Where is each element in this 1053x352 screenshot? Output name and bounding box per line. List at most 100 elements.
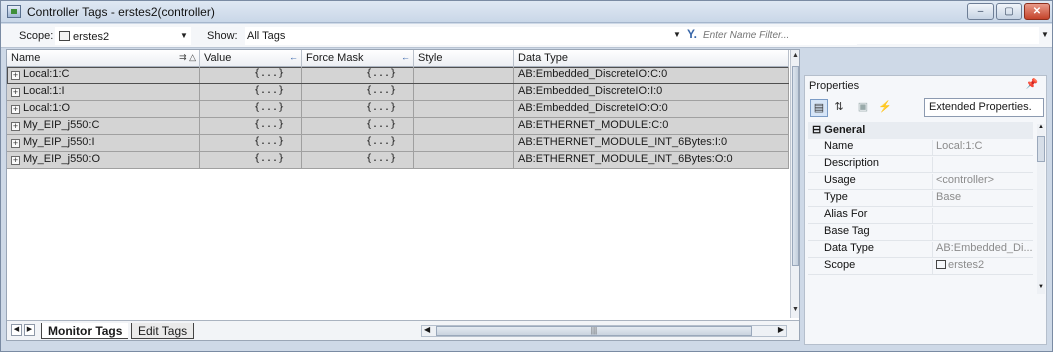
window-title: Controller Tags - erstes2(controller) [27, 5, 215, 19]
table-row[interactable]: + Local:1:C {...} {...} AB:Embedded_Discr… [7, 67, 789, 84]
tab-scroll-right-icon[interactable]: ▶ [24, 324, 35, 336]
column-header-name[interactable]: Name ⇉ △ [7, 50, 200, 67]
property-row-scope[interactable]: Scope erstes2 [808, 258, 1033, 275]
style-cell[interactable] [414, 101, 514, 117]
style-cell[interactable] [414, 118, 514, 134]
extended-properties-dropdown[interactable]: Extended Properties. [924, 98, 1044, 117]
scrollbar-thumb[interactable]: ||| [436, 326, 752, 336]
property-row-type[interactable]: Type Base [808, 190, 1033, 207]
name-filter-input[interactable] [701, 27, 1039, 44]
expand-icon[interactable]: + [11, 105, 20, 114]
scroll-down-icon[interactable]: ▼ [792, 306, 799, 313]
style-cell[interactable] [414, 152, 514, 168]
property-row-data-type[interactable]: Data Type AB:Embedded_Di... [808, 241, 1033, 258]
tag-name-cell: + Local:1:C [7, 67, 200, 83]
scroll-down-icon[interactable]: ▼ [1038, 284, 1044, 290]
data-type-cell: AB:ETHERNET_MODULE_INT_6Bytes:O:0 [514, 152, 789, 168]
data-type-cell: AB:Embedded_DiscreteIO:I:0 [514, 84, 789, 100]
events-icon[interactable]: ⚡ [876, 99, 894, 117]
expand-icon[interactable]: + [11, 139, 20, 148]
properties-toolbar: ▤ ⇅ ▣ ⚡ Extended Properties. [808, 98, 1044, 118]
tab-edit-tags[interactable]: Edit Tags [131, 323, 195, 339]
value-cell[interactable]: {...} [200, 118, 302, 134]
scope-label: Scope: [19, 30, 54, 42]
expand-icon[interactable]: + [11, 71, 20, 80]
table-row[interactable]: + Local:1:O {...} {...} AB:Embedded_Discr… [7, 101, 789, 118]
property-grid: ⊟ General Name Local:1:C Description Usa… [808, 122, 1033, 344]
category-general[interactable]: ⊟ General [808, 122, 1033, 139]
data-type-cell: AB:Embedded_DiscreteIO:O:0 [514, 101, 789, 117]
column-header-force-mask[interactable]: Force Mask ← [302, 50, 414, 67]
force-mask-cell[interactable]: {...} [302, 135, 414, 151]
close-button[interactable]: ✕ [1024, 3, 1050, 20]
chevron-down-icon: ▼ [673, 30, 681, 39]
tag-grid: Name ⇉ △ Value ← Force Mask ← Style Data… [6, 49, 800, 341]
pin-icon[interactable]: 📌 [1026, 79, 1038, 90]
table-row[interactable]: + My_EIP_j550:C {...} {...} AB:ETHERNET_M… [7, 118, 789, 135]
force-mask-cell[interactable]: {...} [302, 84, 414, 100]
expand-icon[interactable]: + [11, 156, 20, 165]
force-mask-cell[interactable]: {...} [302, 152, 414, 168]
arrow-left-icon: ← [289, 52, 298, 62]
property-row-name[interactable]: Name Local:1:C [808, 139, 1033, 156]
property-row-base-tag[interactable]: Base Tag [808, 224, 1033, 241]
force-mask-cell[interactable]: {...} [302, 118, 414, 134]
filter-icon[interactable]: Y. [687, 27, 697, 41]
sort-alphabetical-icon[interactable]: ⇅ [830, 99, 848, 117]
minimize-button[interactable]: – [967, 3, 994, 20]
maximize-button[interactable]: ▢ [996, 3, 1022, 20]
value-cell[interactable]: {...} [200, 135, 302, 151]
column-header-data-type[interactable]: Data Type [514, 50, 789, 67]
scroll-up-icon[interactable]: ▲ [1038, 124, 1044, 130]
tab-monitor-tags[interactable]: Monitor Tags [41, 323, 129, 339]
properties-title: Properties [809, 80, 860, 92]
force-mask-cell[interactable]: {...} [302, 67, 414, 83]
data-type-cell: AB:ETHERNET_MODULE:C:0 [514, 118, 789, 134]
scrollbar-thumb[interactable] [1037, 136, 1045, 162]
value-cell[interactable]: {...} [200, 67, 302, 83]
expand-icon[interactable]: + [11, 122, 20, 131]
grid-horizontal-scrollbar[interactable]: ◀ ||| ▶ [421, 325, 787, 337]
scope-dropdown[interactable]: erstes2 ▼ [55, 27, 191, 45]
force-mask-cell[interactable]: {...} [302, 101, 414, 117]
properties-panel: Properties 📌 ▤ ⇅ ▣ ⚡ Extended Properties… [804, 75, 1047, 345]
scroll-up-icon[interactable]: ▲ [792, 52, 799, 59]
table-row[interactable]: + My_EIP_j550:O {...} {...} AB:ETHERNET_M… [7, 152, 789, 169]
value-cell[interactable]: {...} [200, 101, 302, 117]
chevron-down-icon: ▼ [180, 31, 188, 40]
properties-scrollbar[interactable]: ▲ ▼ [1037, 124, 1045, 294]
show-label: Show: [207, 30, 238, 42]
property-pages-icon[interactable]: ▣ [854, 99, 872, 117]
column-header-value[interactable]: Value ← [200, 50, 302, 67]
tab-scroll-left-icon[interactable]: ◀ [11, 324, 22, 336]
style-cell[interactable] [414, 135, 514, 151]
categorized-icon[interactable]: ▤ [810, 99, 828, 117]
tag-view-tabs: ◀ ▶ Monitor Tags Edit Tags ◀ ||| ▶ [7, 320, 799, 340]
table-row[interactable]: + Local:1:I {...} {...} AB:Embedded_Discr… [7, 84, 789, 101]
property-row-usage[interactable]: Usage <controller> [808, 173, 1033, 190]
table-row[interactable]: + My_EIP_j550:I {...} {...} AB:ETHERNET_M… [7, 135, 789, 152]
scope-value[interactable]: erstes2 [932, 259, 1032, 275]
scope-value: erstes2 [73, 31, 110, 43]
title-bar[interactable]: Controller Tags - erstes2(controller) – … [1, 1, 1052, 23]
grid-header: Name ⇉ △ Value ← Force Mask ← Style Data… [7, 50, 789, 67]
show-value: All Tags [247, 30, 286, 42]
value-cell[interactable]: {...} [200, 152, 302, 168]
controller-icon [936, 260, 946, 269]
sort-ascending-icon[interactable]: ⇉ △ [179, 52, 196, 63]
scroll-right-icon[interactable]: ▶ [778, 325, 784, 334]
property-row-alias-for[interactable]: Alias For [808, 207, 1033, 224]
property-row-description[interactable]: Description [808, 156, 1033, 173]
column-header-style[interactable]: Style [414, 50, 514, 67]
controller-icon [59, 31, 70, 41]
arrow-left-icon: ← [401, 52, 410, 62]
scroll-left-icon[interactable]: ◀ [424, 325, 430, 334]
style-cell[interactable] [414, 67, 514, 83]
value-cell[interactable]: {...} [200, 84, 302, 100]
chevron-down-icon[interactable]: ▼ [1041, 30, 1049, 39]
collapse-icon[interactable]: ⊟ [812, 124, 824, 136]
style-cell[interactable] [414, 84, 514, 100]
grid-vertical-scrollbar[interactable]: ▲ ▼ [790, 50, 799, 318]
expand-icon[interactable]: + [11, 88, 20, 97]
scrollbar-thumb[interactable] [792, 66, 799, 266]
